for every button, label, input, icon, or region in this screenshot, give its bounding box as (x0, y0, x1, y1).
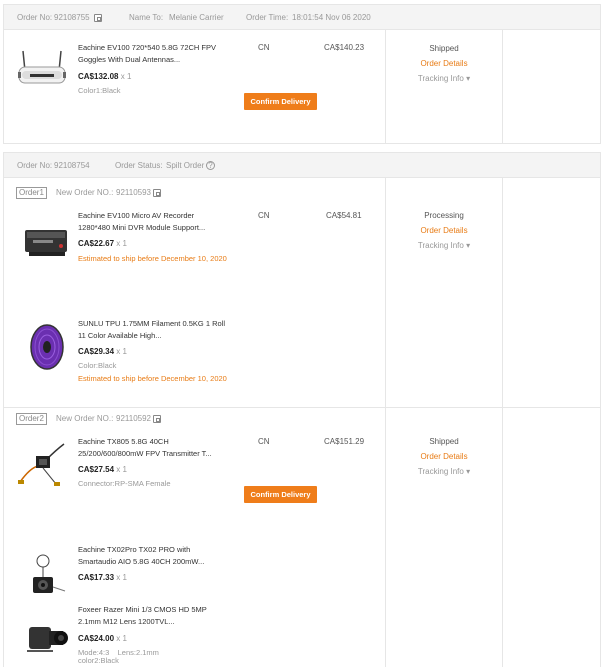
product-attr: Color:Black (78, 361, 117, 370)
quantity: x 1 (116, 634, 127, 643)
help-icon[interactable]: ? (206, 161, 215, 170)
order-header: Order No: 92108755 Name To: Melanie Carr… (4, 5, 600, 30)
order-status: Shipped (429, 44, 459, 53)
confirm-delivery-button[interactable]: Confirm Delivery (244, 93, 317, 110)
product-title[interactable]: Foxeer Razer Mini 1/3 CMOS HD 5MP 2.1mm … (78, 604, 228, 628)
copy-icon[interactable] (94, 14, 102, 22)
product-title[interactable]: Eachine TX805 5.8G 40CH 25/200/600/800mW… (78, 436, 228, 460)
price-value: CA$27.54 (78, 465, 115, 474)
product-title[interactable]: Eachine TX02Pro TX02 PRO with Smartaudio… (78, 544, 228, 568)
tracking-info-dropdown[interactable]: Tracking Info ▾ (385, 464, 503, 479)
order-card-92108755: Order No: 92108755 Name To: Melanie Carr… (3, 4, 601, 144)
product-price: CA$22.67 x 1 (78, 239, 127, 248)
product-price: CA$27.54 x 1 (78, 465, 127, 474)
name-to-value: Melanie Carrier (169, 13, 224, 22)
name-to-label: Name To: (129, 13, 164, 22)
product-price: CA$132.08 x 1 (78, 72, 131, 81)
product-attr: Connector:RP-SMA Female (78, 479, 171, 488)
order-time-label: Order Time: (246, 13, 289, 22)
price-value: CA$17.33 (78, 573, 115, 582)
tracking-info-dropdown[interactable]: Tracking Info ▾ (385, 71, 503, 86)
estimated-ship-date: Estimated to ship before December 10, 20… (78, 254, 227, 263)
product-image-transmitter[interactable] (16, 438, 68, 490)
order-details-link[interactable]: Order Details (385, 56, 503, 71)
new-order-value: 92110593 (116, 188, 151, 197)
status-column: Processing Order Details Tracking Info ▾ (385, 208, 503, 253)
product-title[interactable]: SUNLU TPU 1.75MM Filament 0.5KG 1 Roll 1… (78, 318, 228, 342)
order-total: CA$140.23 (324, 43, 365, 52)
product-image-camera[interactable] (21, 611, 73, 663)
quantity: x 1 (116, 465, 127, 474)
product-price: CA$17.33 x 1 (78, 573, 127, 582)
order-header: Order No: 92108754 Order Status: Spilt O… (4, 153, 600, 178)
sub-order-divider (4, 407, 600, 408)
sub-order-badge: Order2 (16, 413, 47, 425)
new-order-value: 92110592 (116, 414, 151, 423)
estimated-ship-date: Estimated to ship before December 10, 20… (78, 374, 227, 383)
product-price: CA$24.00 x 1 (78, 634, 127, 643)
order-status: Processing (424, 211, 464, 220)
sub-order-header-1: Order1 New Order NO.: 92110593 (16, 187, 376, 199)
sub-order-header-2: Order2 New Order NO.: 92110592 (16, 413, 376, 425)
quantity: x 1 (120, 72, 132, 81)
quantity: x 1 (116, 573, 127, 582)
product-attr-color: color2:Black (78, 656, 119, 665)
price-value: CA$22.67 (78, 239, 115, 248)
order-card-92108754: Order No: 92108754 Order Status: Spilt O… (3, 152, 601, 667)
quantity: x 1 (116, 347, 127, 356)
product-attr: Color1:Black (78, 86, 121, 95)
order-time-value: 18:01:54 Nov 06 2020 (292, 13, 371, 22)
product-image-goggles[interactable] (16, 45, 68, 97)
status-column: Shipped Order Details Tracking Info ▾ (385, 434, 503, 479)
order-status-label: Order Status: (115, 161, 163, 170)
spilt-order-status: Spilt Order (166, 161, 205, 170)
price-value: CA$29.34 (78, 347, 115, 356)
order-no-label: Order No: (17, 13, 53, 22)
ship-from-country: CN (258, 43, 270, 52)
order-no-label: Order No: (17, 161, 53, 170)
confirm-delivery-button[interactable]: Confirm Delivery (244, 486, 317, 503)
order-no-value: 92108754 (54, 161, 90, 170)
new-order-label: New Order NO.: (56, 414, 114, 423)
order-status: Shipped (429, 437, 459, 446)
product-image-aio-camera[interactable] (21, 553, 73, 605)
price-value: CA$132.08 (78, 72, 119, 81)
attr-lens: Lens:2.1mm (117, 648, 159, 657)
copy-icon[interactable] (153, 415, 161, 423)
order-no-value: 92108755 (54, 13, 90, 22)
ship-from-country: CN (258, 211, 270, 220)
sub-order-badge: Order1 (16, 187, 47, 199)
status-column: Shipped Order Details Tracking Info ▾ (385, 41, 503, 86)
ship-from-country: CN (258, 437, 270, 446)
new-order-label: New Order NO.: (56, 188, 114, 197)
tracking-info-dropdown[interactable]: Tracking Info ▾ (385, 238, 503, 253)
order-details-link[interactable]: Order Details (385, 449, 503, 464)
quantity: x 1 (116, 239, 127, 248)
price-value: CA$24.00 (78, 634, 115, 643)
product-title[interactable]: Eachine EV100 720*540 5.8G 72CH FPV Gogg… (78, 42, 228, 66)
product-image-filament[interactable] (21, 321, 73, 373)
order-total: CA$151.29 (324, 437, 365, 446)
order-total: CA$54.81 (326, 211, 362, 220)
product-image-dvr[interactable] (21, 216, 73, 268)
order-details-link[interactable]: Order Details (385, 223, 503, 238)
product-price: CA$29.34 x 1 (78, 347, 127, 356)
copy-icon[interactable] (153, 189, 161, 197)
product-title[interactable]: Eachine EV100 Micro AV Recorder 1280*480… (78, 210, 228, 234)
